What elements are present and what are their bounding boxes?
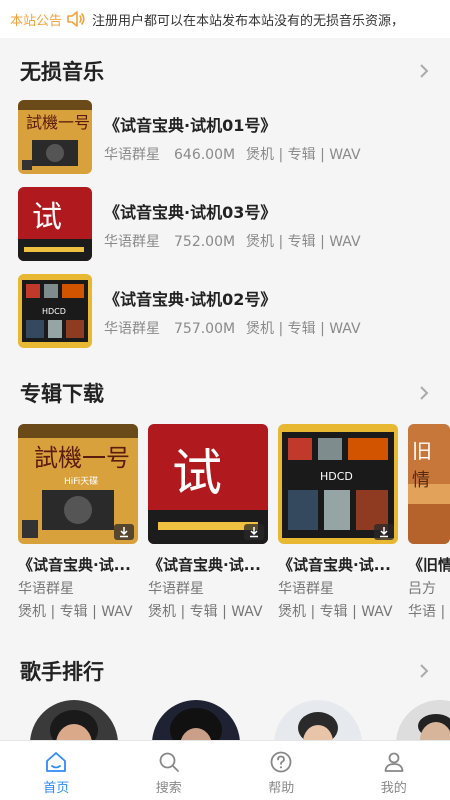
svg-text:HDCD: HDCD xyxy=(42,307,66,316)
album-tags: 煲机 | 专辑 | WAV xyxy=(278,604,393,620)
track-meta: 华语群星 646.00M 煲机 | 专辑 | WAV xyxy=(104,144,361,164)
album-tags: 煲机 | 专辑 | WAV xyxy=(18,604,133,620)
album-artist: 华语群星 xyxy=(18,581,74,597)
album-cover: 试 xyxy=(148,424,268,544)
notice-bar[interactable]: 本站公告 注册用户都可以在本站发布本站没有的无损音乐资源， xyxy=(0,0,450,38)
album-title: 《试音宝典·试... xyxy=(148,556,261,574)
album-card[interactable]: 试 《试音宝典·试... 华语群星 煲机 | 专辑 | WAV xyxy=(148,424,270,621)
tab-home[interactable]: 首页 xyxy=(0,741,113,800)
tab-mine[interactable]: 我的 xyxy=(338,741,450,800)
track-artist: 华语群星 xyxy=(104,321,160,337)
singer-avatar[interactable] xyxy=(152,700,240,740)
album-tags: 煲机 | 专辑 | WAV xyxy=(148,604,263,620)
search-icon xyxy=(159,752,179,772)
tab-search[interactable]: 搜索 xyxy=(113,741,226,800)
singer-carousel[interactable] xyxy=(0,700,450,740)
singer-avatar[interactable] xyxy=(274,700,362,740)
album-cover: 旧 情 xyxy=(408,424,450,544)
svg-text:HDCD: HDCD xyxy=(320,470,353,483)
notice-label: 本站公告 xyxy=(10,13,63,29)
track-artist: 华语群星 xyxy=(104,147,160,163)
svg-text:试: 试 xyxy=(172,444,222,502)
track-size: 752.00M xyxy=(174,234,236,250)
download-icon[interactable] xyxy=(114,524,134,540)
svg-text:試機一号: 試機一号 xyxy=(26,113,90,132)
svg-text:旧: 旧 xyxy=(412,439,432,463)
track-title: 《试音宝典·试机02号》 xyxy=(104,290,277,309)
album-artist: 吕方 xyxy=(408,581,436,597)
section-header-lossless[interactable]: 无损音乐 xyxy=(0,48,450,94)
chevron-right-icon[interactable] xyxy=(418,385,430,401)
track-title: 《试音宝典·试机01号》 xyxy=(104,116,277,135)
tab-help[interactable]: 帮助 xyxy=(225,741,338,800)
help-icon xyxy=(270,751,292,772)
track-tags: 煲机 | 专辑 | WAV xyxy=(246,321,361,337)
section-header-singers[interactable]: 歌手排行 xyxy=(0,648,450,694)
svg-text:試機一号: 試機一号 xyxy=(34,444,130,472)
album-card[interactable]: HDCD 《试音宝典·试... 华语群星 煲机 | 专辑 | WAV xyxy=(278,424,400,621)
svg-text:情: 情 xyxy=(412,470,430,491)
album-cover: 试 xyxy=(18,187,92,261)
tab-label: 我的 xyxy=(380,780,407,796)
section-title-singers: 歌手排行 xyxy=(20,660,104,684)
tab-label: 帮助 xyxy=(268,780,295,796)
singer-avatar[interactable] xyxy=(396,700,450,740)
svg-text:试: 试 xyxy=(32,200,62,235)
bottom-tab-bar: 首页 搜索 帮助 我的 xyxy=(0,740,450,800)
chevron-right-icon[interactable] xyxy=(418,63,430,79)
album-carousel[interactable]: 試機一号 HiFi天碟 《试音宝典·试... 华语群星 煲机 | 专辑 | WA… xyxy=(0,424,450,624)
home-icon xyxy=(46,751,67,772)
svg-text:HiFi天碟: HiFi天碟 xyxy=(64,476,98,487)
tab-label: 首页 xyxy=(43,780,70,796)
download-icon[interactable] xyxy=(244,524,264,540)
tab-label: 搜索 xyxy=(155,780,182,796)
track-title: 《试音宝典·试机03号》 xyxy=(104,203,277,222)
speaker-icon xyxy=(67,11,85,27)
download-icon[interactable] xyxy=(374,524,394,540)
album-tags: 华语 | xyxy=(408,604,446,620)
track-tags: 煲机 | 专辑 | WAV xyxy=(246,234,361,250)
album-artist: 华语群星 xyxy=(148,581,204,597)
section-header-albums[interactable]: 专辑下载 xyxy=(0,370,450,416)
track-tags: 煲机 | 专辑 | WAV xyxy=(246,147,361,163)
album-card[interactable]: 旧 情 《旧情 吕方 华语 | xyxy=(408,424,450,621)
singer-avatar[interactable] xyxy=(30,700,118,740)
track-size: 646.00M xyxy=(174,147,236,163)
album-title: 《旧情 xyxy=(408,556,450,574)
album-title: 《试音宝典·试... xyxy=(278,556,391,574)
album-cover: 試機一号 xyxy=(18,100,92,174)
album-artist: 华语群星 xyxy=(278,581,334,597)
track-meta: 华语群星 757.00M 煲机 | 专辑 | WAV xyxy=(104,318,361,338)
notice-text: 注册用户都可以在本站发布本站没有的无损音乐资源， xyxy=(92,13,405,29)
section-title-lossless: 无损音乐 xyxy=(20,60,104,84)
track-artist: 华语群星 xyxy=(104,234,160,250)
list-item[interactable]: HDCD 《试音宝典·试机02号》 华语群星 757.00M 煲机 | 专辑 | W… xyxy=(0,274,450,350)
album-cover: HDCD xyxy=(278,424,398,544)
track-meta: 华语群星 752.00M 煲机 | 专辑 | WAV xyxy=(104,231,361,251)
album-cover: HDCD xyxy=(18,274,92,348)
list-item[interactable]: 試機一号 《试音宝典·试机01号》 华语群星 646.00M 煲机 | 专辑 | W… xyxy=(0,100,450,176)
user-icon xyxy=(384,752,404,772)
track-size: 757.00M xyxy=(174,321,236,337)
section-title-albums: 专辑下载 xyxy=(20,382,104,406)
album-card[interactable]: 試機一号 HiFi天碟 《试音宝典·试... 华语群星 煲机 | 专辑 | WA… xyxy=(18,424,140,621)
chevron-right-icon[interactable] xyxy=(418,663,430,679)
album-cover: 試機一号 HiFi天碟 xyxy=(18,424,138,544)
album-title: 《试音宝典·试... xyxy=(18,556,131,574)
list-item[interactable]: 试 《试音宝典·试机03号》 华语群星 752.00M 煲机 | 专辑 | WAV xyxy=(0,187,450,263)
